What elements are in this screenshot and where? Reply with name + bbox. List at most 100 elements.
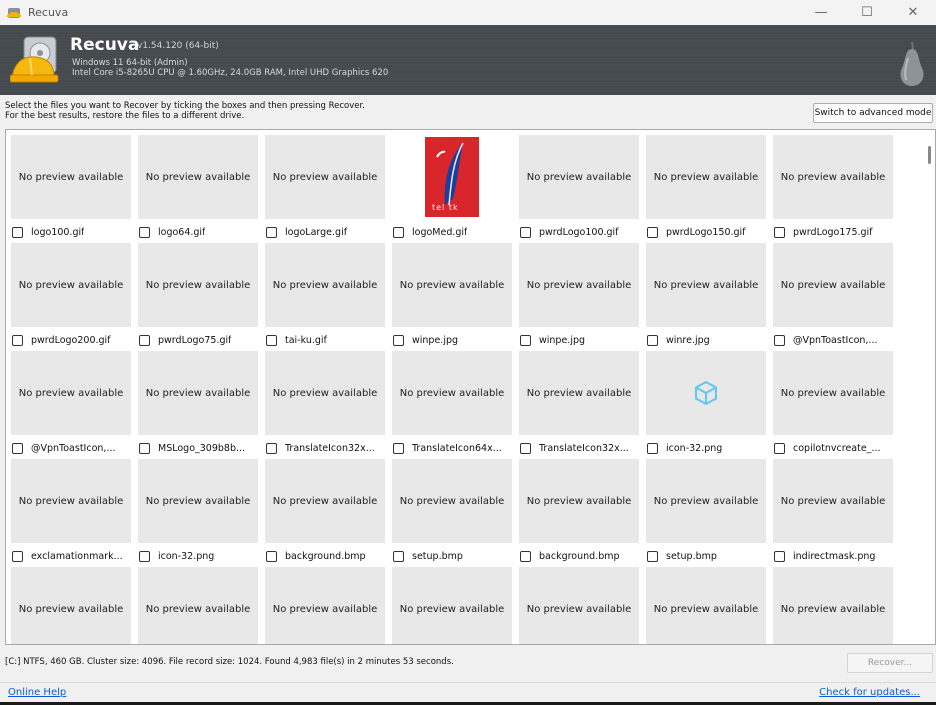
file-tile[interactable]: No preview available winpe.jpg xyxy=(519,243,639,349)
no-preview-placeholder: No preview available xyxy=(646,135,766,219)
file-checkbox[interactable] xyxy=(520,226,531,238)
file-checkbox[interactable] xyxy=(520,442,531,454)
file-name: logoLarge.gif xyxy=(285,226,348,238)
file-tile[interactable]: No preview available logo64.gif xyxy=(138,135,258,241)
recover-button[interactable]: Recover... xyxy=(847,653,933,673)
switch-advanced-mode-button[interactable]: Switch to advanced mode xyxy=(813,103,933,123)
file-checkbox[interactable] xyxy=(520,334,531,346)
file-checkbox[interactable] xyxy=(774,226,785,238)
file-checkbox[interactable] xyxy=(774,550,785,562)
file-checkbox[interactable] xyxy=(393,334,404,346)
vertical-scrollbar[interactable] xyxy=(925,130,935,644)
check-for-updates-link[interactable]: Check for updates... xyxy=(819,687,920,698)
file-checkbox[interactable] xyxy=(266,442,277,454)
file-name: setup.bmp xyxy=(412,550,463,562)
file-caption: pwrdLogo100.gif xyxy=(519,223,639,241)
file-tile[interactable]: No preview available xyxy=(392,567,512,644)
file-checkbox[interactable] xyxy=(12,226,23,238)
file-name: copilotnvcreate_... xyxy=(793,442,881,454)
file-tile[interactable]: No preview available TranslateIcon64x... xyxy=(392,351,512,457)
file-checkbox[interactable] xyxy=(393,226,404,238)
file-checkbox[interactable] xyxy=(139,226,150,238)
file-tile[interactable]: No preview available TranslateIcon32x... xyxy=(519,351,639,457)
no-preview-placeholder: No preview available xyxy=(265,567,385,644)
file-tile[interactable]: No preview available xyxy=(11,567,131,644)
file-tile[interactable]: No preview available xyxy=(519,567,639,644)
file-caption: indirectmask.png xyxy=(773,547,893,565)
no-preview-placeholder: No preview available xyxy=(138,351,258,435)
file-name: pwrdLogo175.gif xyxy=(793,226,873,238)
file-tile[interactable]: No preview available TranslateIcon32x... xyxy=(265,351,385,457)
file-tile[interactable]: No preview available xyxy=(265,567,385,644)
file-checkbox[interactable] xyxy=(266,226,277,238)
no-preview-placeholder: No preview available xyxy=(773,567,893,644)
file-tile[interactable]: No preview available @VpnToastIcon,... xyxy=(773,243,893,349)
no-preview-placeholder: No preview available xyxy=(773,135,893,219)
file-checkbox[interactable] xyxy=(12,550,23,562)
file-checkbox[interactable] xyxy=(139,550,150,562)
file-tile[interactable]: No preview available pwrdLogo100.gif xyxy=(519,135,639,241)
file-name: icon-32.png xyxy=(158,550,215,562)
file-name: logo100.gif xyxy=(31,226,85,238)
file-caption: pwrdLogo175.gif xyxy=(773,223,893,241)
file-checkbox[interactable] xyxy=(647,334,658,346)
file-name: @VpnToastIcon,... xyxy=(793,334,878,346)
file-tile[interactable]: No preview available exclamationmark... xyxy=(11,459,131,565)
file-tile[interactable]: No preview available xyxy=(773,567,893,644)
file-tile[interactable]: icon-32.png xyxy=(646,351,766,457)
file-tile[interactable]: No preview available setup.bmp xyxy=(392,459,512,565)
file-tile[interactable]: No preview available pwrdLogo175.gif xyxy=(773,135,893,241)
file-caption: winre.jpg xyxy=(646,331,766,349)
file-tile[interactable]: No preview available @VpnToastIcon,... xyxy=(11,351,131,457)
file-tile[interactable]: No preview available logoLarge.gif xyxy=(265,135,385,241)
file-checkbox[interactable] xyxy=(139,442,150,454)
file-tile[interactable]: No preview available copilotnvcreate_... xyxy=(773,351,893,457)
file-tile[interactable]: No preview available indirectmask.png xyxy=(773,459,893,565)
file-checkbox[interactable] xyxy=(774,442,785,454)
maximize-button[interactable]: ☐ xyxy=(844,0,890,25)
file-tile[interactable]: No preview available background.bmp xyxy=(265,459,385,565)
file-tile[interactable]: No preview available xyxy=(646,567,766,644)
thumbnail-caption-text: tel tk xyxy=(432,203,459,212)
file-tile[interactable]: No preview available pwrdLogo150.gif xyxy=(646,135,766,241)
file-checkbox[interactable] xyxy=(520,550,531,562)
file-checkbox[interactable] xyxy=(774,334,785,346)
file-tile[interactable]: No preview available winpe.jpg xyxy=(392,243,512,349)
file-tile[interactable]: tel tk logoMed.gif xyxy=(392,135,512,241)
file-name: winpe.jpg xyxy=(539,334,586,346)
file-tile[interactable]: No preview available tai-ku.gif xyxy=(265,243,385,349)
file-name: indirectmask.png xyxy=(793,550,876,562)
file-tile[interactable]: No preview available pwrdLogo200.gif xyxy=(11,243,131,349)
file-name: TranslateIcon64x... xyxy=(412,442,502,454)
file-tile[interactable]: No preview available logo100.gif xyxy=(11,135,131,241)
file-name: tai-ku.gif xyxy=(285,334,327,346)
file-tile[interactable]: No preview available background.bmp xyxy=(519,459,639,565)
file-tile[interactable]: No preview available icon-32.png xyxy=(138,459,258,565)
file-tile[interactable]: No preview available xyxy=(138,567,258,644)
file-gallery[interactable]: No preview available logo100.gif No previe… xyxy=(5,129,936,645)
file-checkbox[interactable] xyxy=(647,226,658,238)
close-button[interactable]: ✕ xyxy=(890,0,936,25)
file-checkbox[interactable] xyxy=(393,550,404,562)
file-tile[interactable]: No preview available setup.bmp xyxy=(646,459,766,565)
file-tile[interactable]: No preview available winre.jpg xyxy=(646,243,766,349)
file-checkbox[interactable] xyxy=(266,550,277,562)
file-checkbox[interactable] xyxy=(266,334,277,346)
scrollbar-thumb[interactable] xyxy=(928,146,931,164)
file-checkbox[interactable] xyxy=(12,334,23,346)
file-checkbox[interactable] xyxy=(139,334,150,346)
file-checkbox[interactable] xyxy=(12,442,23,454)
online-help-link[interactable]: Online Help xyxy=(8,687,66,698)
file-checkbox[interactable] xyxy=(393,442,404,454)
minimize-button[interactable]: — xyxy=(798,0,844,25)
file-tile[interactable]: No preview available MSLogo_309b8b... xyxy=(138,351,258,457)
no-preview-placeholder: No preview available xyxy=(773,243,893,327)
file-checkbox[interactable] xyxy=(647,442,658,454)
file-checkbox[interactable] xyxy=(647,550,658,562)
os-info: Windows 11 64-bit (Admin) xyxy=(72,58,188,68)
file-caption: logoMed.gif xyxy=(392,223,512,241)
file-tile[interactable]: No preview available pwrdLogo75.gif xyxy=(138,243,258,349)
instructions-line-2: For the best results, restore the files … xyxy=(5,111,245,121)
file-name: @VpnToastIcon,... xyxy=(31,442,116,454)
no-preview-placeholder: No preview available xyxy=(265,459,385,543)
